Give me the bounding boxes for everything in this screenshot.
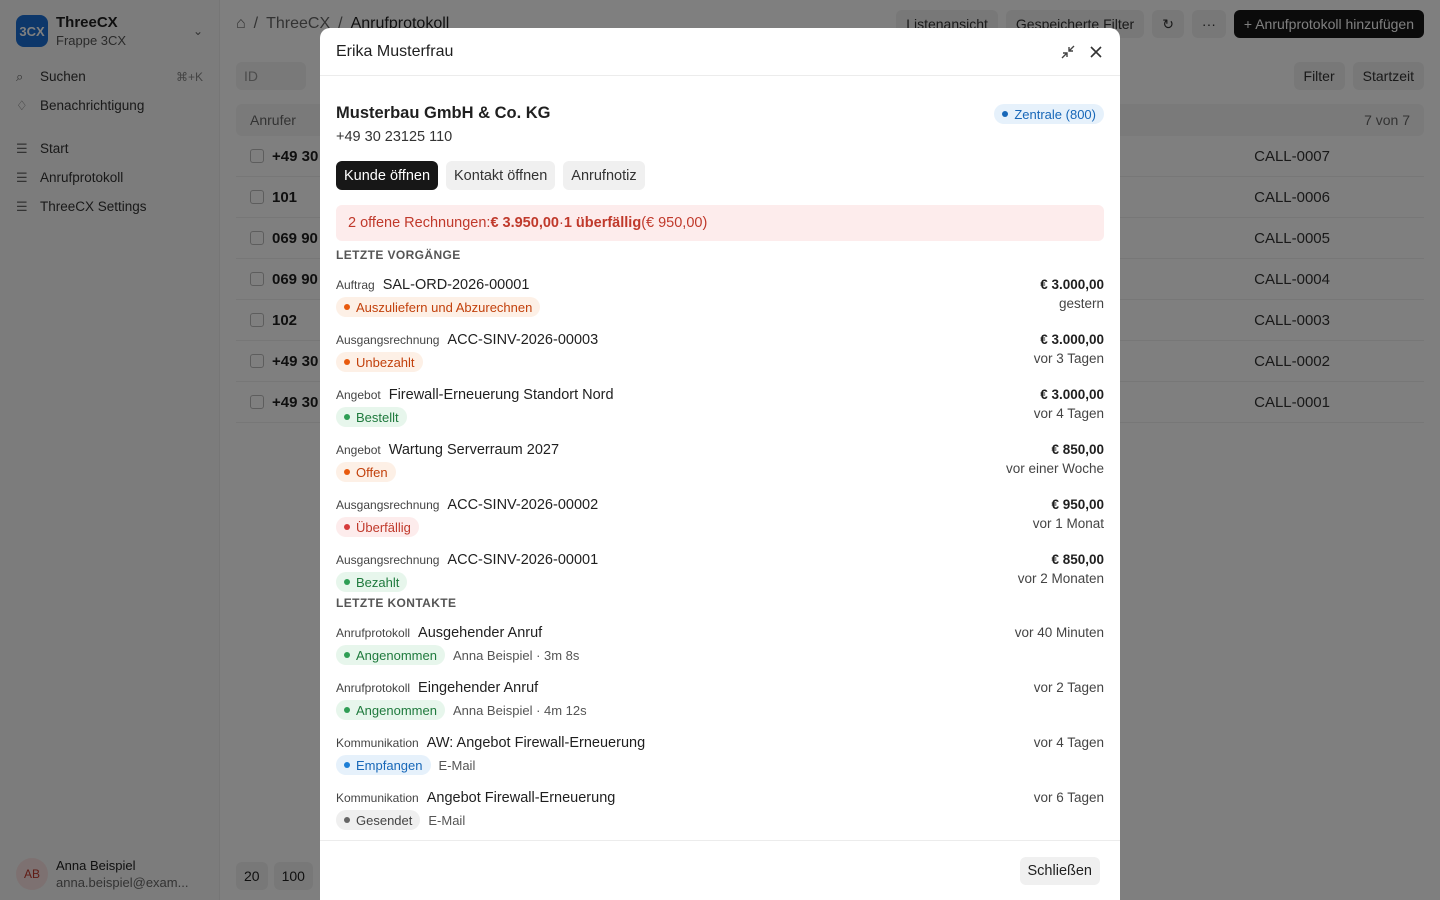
item-type: Angebot (336, 388, 381, 402)
list-item[interactable]: Kommunikation AW: Angebot Firewall-Erneue… (336, 724, 1104, 779)
item-name[interactable]: Eingehender Anruf (418, 680, 538, 696)
item-type: Ausgangsrechnung (336, 498, 440, 512)
item-time: vor 2 Monaten (1017, 571, 1104, 586)
call-note-button[interactable]: Anrufnotiz (563, 161, 645, 190)
item-name[interactable]: SAL-ORD-2026-00001 (383, 277, 530, 293)
item-amount: € 850,00 (1051, 442, 1104, 457)
list-item[interactable]: Kommunikation Angebot Firewall-Erneuerung… (336, 779, 1104, 834)
company-name: Musterbau GmbH & Co. KG (336, 104, 551, 122)
status-badge: Bezahlt (336, 572, 408, 592)
list-item[interactable]: Ausgangsrechnung ACC-SINV-2026-00001 Bezah… (336, 541, 1104, 596)
item-time: vor 1 Monat (1032, 516, 1104, 531)
open-customer-button[interactable]: Kunde öffnen (336, 161, 439, 190)
status-badge-label: Überfällig (356, 519, 411, 535)
item-name[interactable]: AW: Angebot Firewall-Erneuerung (427, 735, 645, 751)
section-title-transactions: LETZTE VORGÄNGE (336, 248, 461, 262)
section-title-contacts: LETZTE KONTAKTE (336, 596, 457, 610)
item-amount: € 3.000,00 (1040, 387, 1104, 402)
dialog-title: Erika Musterfrau (336, 42, 454, 60)
list-item[interactable]: Auftrag SAL-ORD-2026-00001 Auszuliefern un… (336, 266, 1104, 321)
item-amount: € 3.000,00 (1040, 332, 1104, 347)
item-type: Auftrag (336, 278, 375, 292)
close-button[interactable]: Schließen (1019, 856, 1100, 885)
item-type: Anrufprotokoll (336, 681, 411, 695)
alert-prefix: 2 offene Rechnungen: (348, 215, 491, 231)
list-item[interactable]: Angebot Wartung Serverraum 2027 Offen € 850… (336, 431, 1104, 486)
alert-amount: € 3.950,00 (490, 215, 559, 231)
item-name[interactable]: Wartung Serverraum 2027 (389, 442, 559, 458)
status-badge: Bestellt (336, 407, 407, 427)
item-type: Ausgangsrechnung (336, 553, 440, 567)
item-name[interactable]: Firewall-Erneuerung Standort Nord (389, 387, 614, 403)
minimize-icon[interactable] (1060, 44, 1076, 60)
list-item[interactable]: Anrufprotokoll Eingehender Anruf Angenomme… (336, 669, 1104, 724)
item-type: Ausgangsrechnung (336, 333, 440, 347)
item-amount: € 950,00 (1051, 497, 1104, 512)
item-subtext: Anna Beispiel · 3m 8s (452, 647, 580, 663)
item-name[interactable]: Angebot Firewall-Erneuerung (427, 790, 616, 806)
item-type: Anrufprotokoll (336, 626, 411, 640)
status-badge-label: Angenommen (356, 647, 437, 663)
status-badge-label: Angenommen (356, 702, 437, 718)
item-time: gestern (1058, 296, 1104, 311)
status-badge-label: Gesendet (356, 812, 413, 828)
item-name[interactable]: ACC-SINV-2026-00001 (447, 552, 598, 568)
status-badge-label: Unbezahlt (356, 354, 415, 370)
item-subtext: E-Mail (438, 757, 476, 773)
item-time: vor 3 Tagen (1033, 351, 1104, 366)
item-subtext: E-Mail (428, 812, 466, 828)
item-amount: € 850,00 (1051, 552, 1104, 567)
status-badge: Überfällig (336, 517, 419, 537)
contact-dialog: Erika Musterfrau Musterbau GmbH & Co. KG… (320, 28, 1120, 900)
status-badge-label: Auszuliefern und Abzurechnen (356, 299, 533, 315)
item-time: vor 4 Tagen (1033, 406, 1104, 421)
status-badge: Empfangen (336, 755, 431, 775)
status-badge-label: Bestellt (356, 409, 399, 425)
dialog-body: Musterbau GmbH & Co. KG +49 30 23125 110… (320, 76, 1120, 840)
item-time: vor 40 Minuten (1014, 625, 1104, 640)
item-subtext: Anna Beispiel · 4m 12s (452, 702, 587, 718)
item-time: vor 4 Tagen (1033, 735, 1104, 750)
extension-badge-label: Zentrale (800) (1014, 106, 1096, 122)
close-icon[interactable] (1088, 44, 1104, 60)
alert-overdue: 1 überfällig (563, 215, 642, 231)
item-amount: € 3.000,00 (1040, 277, 1104, 292)
status-badge: Auszuliefern und Abzurechnen (336, 297, 541, 317)
extension-badge: Zentrale (800) (994, 104, 1104, 124)
list-item[interactable]: Anrufprotokoll Ausgehender Anruf Angenomme… (336, 614, 1104, 669)
dialog-footer: Schließen (320, 840, 1120, 900)
status-badge: Angenommen (336, 645, 445, 665)
dialog-header: Erika Musterfrau (320, 28, 1120, 76)
item-time: vor 6 Tagen (1033, 790, 1104, 805)
status-badge-label: Empfangen (356, 757, 423, 773)
item-type: Kommunikation (336, 736, 419, 750)
status-badge-label: Offen (356, 464, 388, 480)
item-name[interactable]: ACC-SINV-2026-00002 (447, 497, 598, 513)
phone-number: +49 30 23125 110 (336, 129, 453, 145)
item-name[interactable]: ACC-SINV-2026-00003 (447, 332, 598, 348)
contacts-list: Anrufprotokoll Ausgehender Anruf Angenomme… (336, 614, 1104, 834)
status-badge: Unbezahlt (336, 352, 423, 372)
open-contact-button[interactable]: Kontakt öffnen (446, 161, 556, 190)
item-name[interactable]: Ausgehender Anruf (418, 625, 542, 641)
item-type: Angebot (336, 443, 381, 457)
open-invoices-alert: 2 offene Rechnungen: € 3.950,00 · 1 über… (336, 205, 1104, 241)
list-item[interactable]: Ausgangsrechnung ACC-SINV-2026-00003 Unbez… (336, 321, 1104, 376)
list-item[interactable]: Ausgangsrechnung ACC-SINV-2026-00002 Überf… (336, 486, 1104, 541)
status-badge: Offen (336, 462, 396, 482)
status-badge: Gesendet (336, 810, 421, 830)
item-time: vor 2 Tagen (1033, 680, 1104, 695)
status-badge-label: Bezahlt (356, 574, 400, 590)
item-type: Kommunikation (336, 791, 419, 805)
item-time: vor einer Woche (1005, 461, 1104, 476)
alert-overdue-amount: (€ 950,00) (641, 215, 708, 231)
transactions-list: Auftrag SAL-ORD-2026-00001 Auszuliefern un… (336, 266, 1104, 596)
list-item[interactable]: Angebot Firewall-Erneuerung Standort Nord… (336, 376, 1104, 431)
status-badge: Angenommen (336, 700, 445, 720)
